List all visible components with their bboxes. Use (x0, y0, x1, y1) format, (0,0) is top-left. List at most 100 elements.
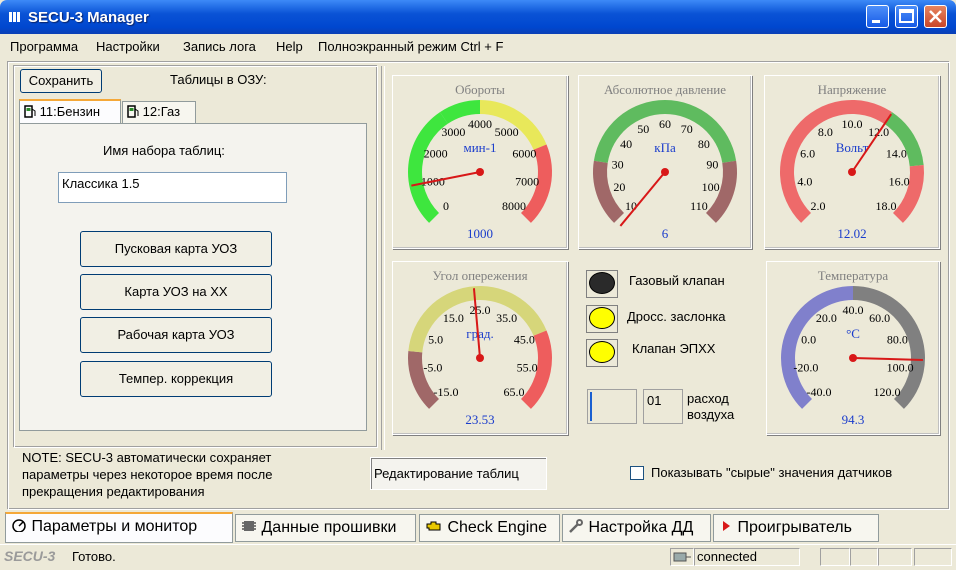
tab-petrol-label: 11:Бензин (39, 104, 101, 119)
rpm-tick-label: 5000 (495, 125, 519, 139)
menu-program[interactable]: Программа (10, 39, 78, 54)
voltage-tick-label: 2.0 (811, 199, 826, 213)
tab-gas[interactable]: 12:Газ (122, 101, 196, 123)
airflow-label-2: воздуха (687, 407, 735, 422)
fuel-pump-icon (127, 104, 139, 118)
temperature-needle-hub (849, 354, 857, 362)
tab-params-monitor[interactable]: Параметры и монитор (5, 512, 233, 543)
edit-tables-button[interactable]: Редактирование таблиц (370, 457, 547, 490)
voltage-unit: Вольт (836, 140, 869, 155)
status-pane-4 (914, 548, 952, 566)
gas-valve-indicator (586, 270, 618, 298)
temperature-tick-label: 120.0 (873, 385, 900, 399)
menu-help[interactable]: Help (276, 39, 303, 54)
start-map-button[interactable]: Пусковая карта УОЗ (80, 231, 272, 267)
gauge-icon (11, 515, 27, 533)
temperature-gauge: Температура -40.0 -20.0 0.0 20.0 40.0 60.0 80.… (766, 261, 940, 435)
voltage-tick-label: 10.0 (842, 117, 863, 131)
wrench-icon (568, 516, 584, 533)
engine-icon (425, 516, 443, 531)
work-map-button[interactable]: Рабочая карта УОЗ (80, 317, 272, 353)
temperature-tick-label: 20.0 (816, 311, 837, 325)
idle-valve-lamp (589, 341, 615, 363)
voltage-tick-label: 6.0 (800, 147, 815, 161)
map-needle-hub (661, 168, 669, 176)
advance-tick-label: 5.0 (428, 333, 443, 347)
tab-check-engine-label: Check Engine (447, 519, 548, 536)
app-icon (8, 10, 22, 24)
tables-label: Таблицы в ОЗУ: (170, 72, 267, 87)
temperature-gauge-dial: -40.0 -20.0 0.020.0 40.0 60.0 80.0 100.0 120.0 °… (781, 286, 925, 409)
raw-values-checkbox[interactable] (630, 466, 644, 480)
temperature-tick-label: 0.0 (801, 333, 816, 347)
map-gauge-value: 6 (661, 226, 669, 241)
airflow-label: расход воздуха (687, 391, 734, 423)
advance-tick-label: 25.0 (470, 303, 491, 317)
menu-log[interactable]: Запись лога (183, 39, 256, 54)
status-pane-2 (850, 548, 878, 566)
map-gauge-dial: 1020 30 40 50 60 70 80 90 100 110 кПа (593, 100, 737, 227)
idle-map-button[interactable]: Карта УОЗ на ХХ (80, 274, 272, 310)
advance-tick-label: 65.0 (503, 385, 524, 399)
tab-firmware-data[interactable]: Данные прошивки (235, 514, 416, 542)
rpm-unit: мин-1 (464, 140, 497, 155)
raw-values-label: Показывать "сырые" значения датчиков (651, 465, 893, 480)
menu-fullscreen[interactable]: Полноэкранный режим Ctrl + F (318, 39, 503, 54)
idle-valve-indicator (586, 339, 618, 367)
fuel-pump-icon (24, 103, 36, 118)
throttle-indicator (586, 305, 618, 333)
map-gauge: Абсолютное давление 10 20 30 40 50 60 70 80 90 10… (578, 75, 752, 249)
rpm-tick-label: 7000 (515, 174, 539, 188)
advance-gauge: Угол опережения -15.0 -5.0 5.0 15.0 25.0 35.0… (392, 261, 568, 435)
airflow-label-1: расход (687, 391, 729, 406)
network-icon (671, 552, 693, 568)
temp-correction-button[interactable]: Темпер. коррекция (80, 361, 272, 397)
rpm-tick-label: 4000 (468, 117, 492, 131)
set-name-input[interactable]: Классика 1.5 (58, 172, 287, 203)
set-name-label: Имя набора таблиц: (103, 143, 225, 158)
status-pane-3 (878, 548, 912, 566)
airflow-bar-fill (590, 392, 592, 421)
voltage-tick-label: 4.0 (797, 174, 812, 188)
minimize-button[interactable] (866, 5, 889, 28)
rpm-tick-label: 0 (443, 199, 449, 213)
temperature-tick-label: -20.0 (793, 360, 818, 374)
connection-icon-box (670, 548, 694, 566)
save-button[interactable]: Сохранить (20, 69, 102, 93)
advance-tick-label: 45.0 (514, 333, 535, 347)
idle-valve-label: Клапан ЭПХХ (632, 341, 716, 356)
rpm-tick-label: 2000 (424, 147, 448, 161)
tab-params-monitor-label: Параметры и монитор (31, 518, 198, 535)
status-logo: SECU-3 (4, 548, 56, 564)
tab-player[interactable]: Проигрыватель (713, 514, 879, 542)
tab-petrol[interactable]: 11:Бензин (19, 99, 121, 123)
temperature-tick-label: -40.0 (807, 385, 832, 399)
title-bar: SECU-3 Manager (0, 0, 956, 34)
temperature-tick-label: 80.0 (887, 333, 908, 347)
airflow-value: 01 (643, 389, 683, 424)
map-tick-label: 100 (702, 180, 720, 194)
tab-firmware-data-label: Данные прошивки (261, 519, 397, 536)
window-title: SECU-3 Manager (28, 9, 149, 26)
advance-gauge-value: 23.53 (465, 412, 495, 427)
advance-tick-label: 55.0 (517, 360, 538, 374)
voltage-gauge-dial: 2.04.06.08.010.012.014.016.018.0Вольт (780, 100, 924, 223)
map-tick-label: 20 (613, 180, 625, 194)
map-tick-label: 70 (681, 122, 693, 136)
tab-check-engine[interactable]: Check Engine (419, 514, 560, 542)
maximize-button[interactable] (895, 5, 918, 28)
menu-settings[interactable]: Настройки (96, 39, 160, 54)
throttle-label: Дросс. заслонка (627, 309, 726, 324)
advance-gauge-dial: -15.0 -5.0 5.015.0 25.0 35.0 45.0 55.0 65.0 град… (408, 286, 552, 409)
voltage-tick-label: 18.0 (875, 199, 896, 213)
note-line-1: NOTE: SECU-3 автоматически сохраняет (22, 450, 272, 465)
advance-unit: град. (466, 326, 493, 341)
map-tick-label: 60 (659, 117, 671, 131)
map-tick-label: 40 (620, 137, 632, 151)
rpm-tick-label: 8000 (502, 199, 526, 213)
close-button[interactable] (924, 5, 947, 28)
save-note: NOTE: SECU-3 автоматически сохраняет пар… (22, 449, 272, 500)
tab-sensor-setup[interactable]: Настройка ДД (562, 514, 711, 542)
rpm-gauge-value: 1000 (467, 226, 493, 241)
play-icon (719, 516, 733, 531)
